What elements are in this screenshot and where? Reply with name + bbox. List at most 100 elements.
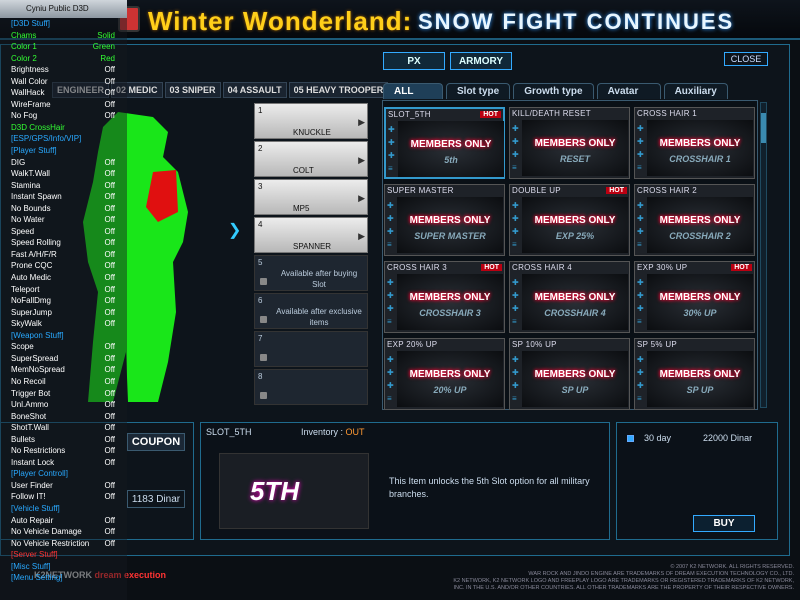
menu-item[interactable]: WalkT.Wall Off [0,168,127,180]
menu-item[interactable]: No Water Off [0,214,127,226]
item-card[interactable]: SUPER MASTER ✚ ✚ ✚ ≡ MEMBERS ONLY SUPER MASTER [384,184,505,256]
checkbox-icon[interactable] [627,434,634,442]
hot-badge: HOT [481,264,502,271]
item-card[interactable]: SP 10% UP ✚ ✚ ✚ ≡ MEMBERS ONLY SP UP [509,338,630,410]
menu-item[interactable]: Follow IT! Off [0,491,127,503]
item-card[interactable]: CROSS HAIR 1 ✚ ✚ ✚ ≡ MEMBERS ONLY CROSSHAIR 1 [634,107,755,179]
item-subtext: CROSSHAIR 3 [419,308,481,318]
buy-button[interactable]: BUY [693,515,755,532]
item-card[interactable]: CROSS HAIR 4 ✚ ✚ ✚ ≡ MEMBERS ONLY CROSSHAIR 4 [509,261,630,333]
menu-item[interactable]: No Vehicle Damage Off [0,526,127,538]
menu-item[interactable]: No Bounds Off [0,203,127,215]
tab-assault[interactable]: 04 ASSAULT [222,82,287,98]
menu-item[interactable]: Bullets Off [0,434,127,446]
slot-6[interactable]: 6 Available after exclusive items [254,293,368,329]
tab-all[interactable]: ALL [383,83,443,99]
item-card[interactable]: EXP 30% UP HOT ✚ ✚ ✚ ≡ MEMBERS ONLY 30% UP [634,261,755,333]
menu-item[interactable]: Speed Off [0,226,127,238]
menu-item[interactable]: No Vehicle Restriction Off [0,538,127,550]
menu-item[interactable]: MemNoSpread Off [0,364,127,376]
item-subtext: CROSSHAIR 1 [669,154,731,164]
scroll-thumb[interactable] [761,113,766,143]
item-card[interactable]: KILL/DEATH RESET ✚ ✚ ✚ ≡ MEMBERS ONLY RESET [509,107,630,179]
menu-item[interactable]: [D3D Stuff] [0,18,127,30]
menu-item[interactable]: Chams Solid [0,30,127,42]
item-title: DOUBLE UP [512,186,561,195]
item-card[interactable]: SLOT_5TH HOT ✚ ✚ ✚ ≡ MEMBERS ONLY 5th [384,107,505,179]
menu-item[interactable]: User Finder Off [0,480,127,492]
tab-heavy-trooper[interactable]: 05 HEAVY TROOPER [288,82,389,98]
menu-item[interactable]: No Fog Off [0,110,127,122]
members-only-label: MEMBERS ONLY [410,139,492,150]
menu-item[interactable]: Prone CQC Off [0,260,127,272]
tab-avatar[interactable]: Avatar [596,83,661,99]
menu-item[interactable]: ShotT.Wall Off [0,422,127,434]
menu-header: Cyniu Public D3D [0,0,127,18]
menu-item[interactable]: [Player Stuff] [0,145,127,157]
action-icons: ✚ ✚ ✚ ≡ [512,278,519,326]
item-card[interactable]: CROSS HAIR 3 HOT ✚ ✚ ✚ ≡ MEMBERS ONLY CROSSHAIR… [384,261,505,333]
menu-item[interactable]: [Misc Stuff] [0,561,127,573]
menu-item[interactable]: [Vehicle Stuff] [0,503,127,515]
chevron-right-icon[interactable]: ❯ [228,220,241,240]
menu-item[interactable]: SuperJump Off [0,307,127,319]
menu-item[interactable]: Instant Lock Off [0,457,127,469]
menu-item[interactable]: [Menu Setting] [0,572,127,584]
item-card[interactable]: SP 5% UP ✚ ✚ ✚ ≡ MEMBERS ONLY SP UP [634,338,755,410]
lock-icon [260,354,267,361]
menu-item[interactable]: No Recoil Off [0,376,127,388]
menu-item[interactable]: Instant Spawn Off [0,191,127,203]
tab-auxiliary[interactable]: Auxiliary [663,83,728,99]
tab-sniper[interactable]: 03 SNIPER [164,82,221,98]
coupon-button[interactable]: COUPON [127,433,185,451]
item-subtext: SP UP [561,385,589,395]
slot-5[interactable]: 5 Available after buying Slot [254,255,368,291]
scrollbar[interactable] [760,102,767,408]
menu-item[interactable]: No Restrictions Off [0,445,127,457]
menu-item[interactable]: D3D CrossHair [0,122,127,134]
tab-slot-type[interactable]: Slot type [446,83,511,99]
armory-button[interactable]: ARMORY [450,52,512,70]
item-title: EXP 30% UP [637,263,688,272]
slot-8[interactable]: 8 [254,369,368,405]
menu-item[interactable]: Trigger Bot Off [0,388,127,400]
slot-2[interactable]: 2 COLT ▶ [254,141,368,177]
duration-option[interactable]: 30 day 22000 Dinar [627,433,752,443]
menu-item[interactable]: Scope Off [0,341,127,353]
menu-item[interactable]: [ESP/GPS/Info/VIP] [0,133,127,145]
item-card[interactable]: DOUBLE UP HOT ✚ ✚ ✚ ≡ MEMBERS ONLY EXP 25% [509,184,630,256]
menu-item[interactable]: Color 1 Green [0,41,127,53]
menu-item[interactable]: Auto Repair Off [0,515,127,527]
menu-item[interactable]: Unl.Ammo Off [0,399,127,411]
item-card[interactable]: EXP 20% UP ✚ ✚ ✚ ≡ MEMBERS ONLY 20% UP [384,338,505,410]
menu-item[interactable]: BoneShot Off [0,411,127,423]
item-title: SUPER MASTER [387,186,454,195]
item-card[interactable]: CROSS HAIR 2 ✚ ✚ ✚ ≡ MEMBERS ONLY CROSSHAIR 2 [634,184,755,256]
slot-3[interactable]: 3 MP5 ▶ [254,179,368,215]
menu-item[interactable]: DIG Off [0,157,127,169]
menu-item[interactable]: Wall Color Off [0,76,127,88]
menu-item[interactable]: [Player Controll] [0,468,127,480]
menu-item[interactable]: WallHack Off [0,87,127,99]
item-image: 5TH [219,453,369,529]
menu-item[interactable]: Teleport Off [0,284,127,296]
dinar-balance: 1183 Dinar [127,490,185,508]
px-button[interactable]: PX [383,52,445,70]
menu-item[interactable]: Color 2 Red [0,53,127,65]
menu-item[interactable]: NoFallDmg Off [0,295,127,307]
menu-item[interactable]: Fast A/H/F/R Off [0,249,127,261]
slot-7[interactable]: 7 [254,331,368,367]
menu-item[interactable]: SkyWalk Off [0,318,127,330]
slot-4[interactable]: 4 SPANNER ▶ [254,217,368,253]
menu-item[interactable]: Speed Rolling Off [0,237,127,249]
slot-1[interactable]: 1 KNUCKLE ▶ [254,103,368,139]
menu-item[interactable]: Stamina Off [0,180,127,192]
menu-item[interactable]: Auto Medic Off [0,272,127,284]
menu-item[interactable]: WireFrame Off [0,99,127,111]
tab-growth-type[interactable]: Growth type [513,83,594,99]
menu-item[interactable]: SuperSpread Off [0,353,127,365]
menu-item[interactable]: [Weapon Stuff] [0,330,127,342]
close-button[interactable]: CLOSE [724,52,768,66]
menu-item[interactable]: Brightness Off [0,64,127,76]
menu-item[interactable]: [Server Stuff] [0,549,127,561]
